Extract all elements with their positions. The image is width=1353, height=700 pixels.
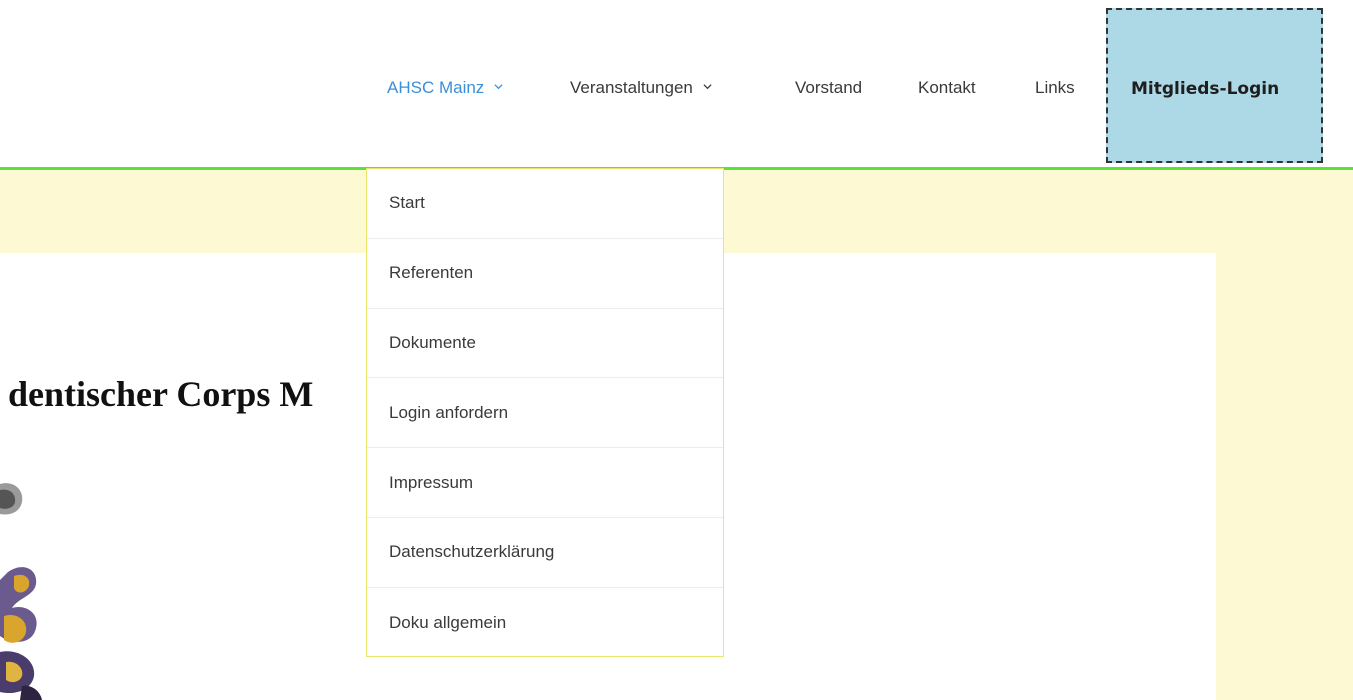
dropdown-item-start[interactable]: Start xyxy=(367,169,723,239)
dropdown-item-label: Dokumente xyxy=(389,332,476,352)
dropdown-item-datenschutz[interactable]: Datenschutzerklärung xyxy=(367,518,723,588)
site-header: AHSC Mainz Veranstaltungen Vorstand Kont… xyxy=(0,0,1353,167)
crest-icon xyxy=(0,483,42,700)
dropdown-item-dokumente[interactable]: Dokumente xyxy=(367,309,723,379)
nav-item-links[interactable]: Links xyxy=(1035,78,1075,98)
nav-item-label: Veranstaltungen xyxy=(570,78,693,97)
nav-item-label: Kontakt xyxy=(918,78,976,97)
nav-item-vorstand[interactable]: Vorstand xyxy=(795,78,862,98)
dropdown-item-login-anfordern[interactable]: Login anfordern xyxy=(367,378,723,449)
dropdown-item-label: Datenschutzerklärung xyxy=(389,542,555,562)
dropdown-item-impressum[interactable]: Impressum xyxy=(367,448,723,518)
dropdown-item-label: Doku allgemein xyxy=(389,612,507,632)
nav-item-kontakt[interactable]: Kontakt xyxy=(918,78,976,98)
nav-item-veranstaltungen[interactable]: Veranstaltungen xyxy=(570,78,712,98)
dropdown-item-label: Start xyxy=(389,193,425,213)
nav-item-ahsc-mainz[interactable]: AHSC Mainz xyxy=(387,78,503,98)
page-title: dentischer Corps M xyxy=(8,374,314,414)
member-login-label: Mitglieds-Login xyxy=(1131,79,1280,99)
chevron-down-icon xyxy=(703,84,712,90)
dropdown-item-referenten[interactable]: Referenten xyxy=(367,239,723,309)
nav-item-label: AHSC Mainz xyxy=(387,78,485,97)
dropdown-item-label: Referenten xyxy=(389,263,474,283)
nav-item-label: Vorstand xyxy=(795,78,863,97)
dropdown-item-doku-allgemein[interactable]: Doku allgemein xyxy=(367,588,723,658)
member-login-button[interactable]: Mitglieds-Login xyxy=(1106,8,1323,163)
chevron-down-icon xyxy=(494,84,503,90)
dropdown-menu: Start Referenten Dokumente Login anforde… xyxy=(366,168,724,657)
dropdown-item-label: Login anfordern xyxy=(389,402,509,422)
nav-item-label: Links xyxy=(1035,78,1075,97)
dropdown-item-label: Impressum xyxy=(389,472,474,492)
